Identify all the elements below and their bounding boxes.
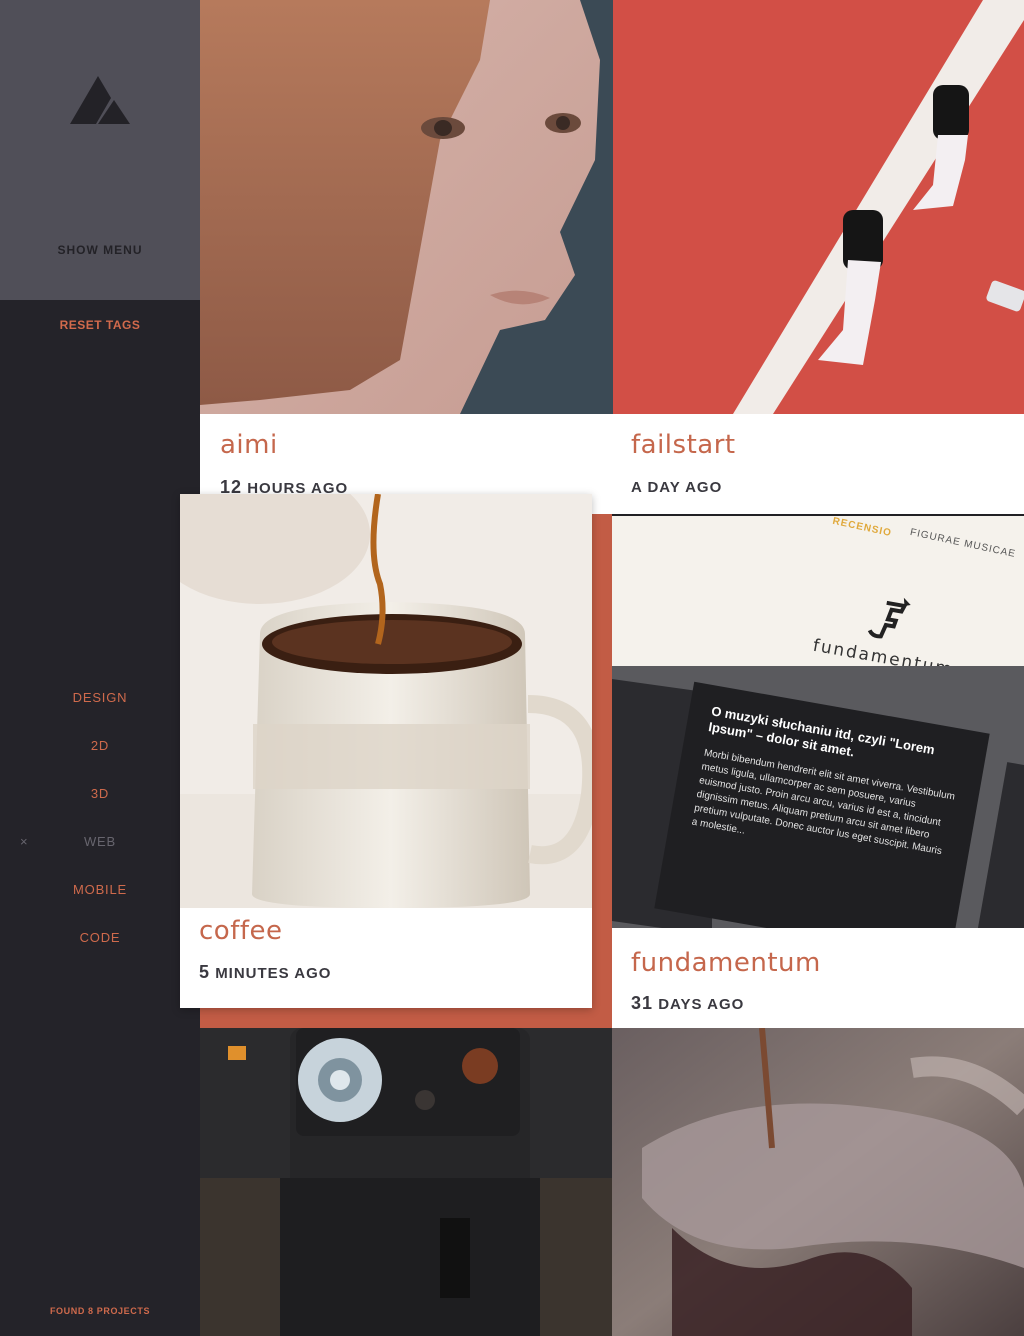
page: SHOW MENU RESET TAGS DESIGN 2D 3D × WEB … (0, 0, 1024, 1336)
project-time: 31 DAYS AGO (631, 993, 744, 1014)
project-thumbnail (200, 1028, 612, 1336)
tag-label: WEB (83, 834, 116, 849)
project-card-coffee[interactable]: coffee 5 MINUTES AGO (180, 494, 592, 1008)
tag-mobile[interactable]: MOBILE (0, 882, 200, 930)
time-unit: DAYS AGO (658, 996, 745, 1013)
project-time: A DAY AGO (631, 479, 722, 496)
time-number: 5 (199, 962, 211, 982)
project-card-fundamentum[interactable]: RECENSIO FIGURAE MUSICAE fundamentum O m… (612, 516, 1024, 1028)
tag-label: 2D (90, 738, 110, 753)
tag-label: DESIGN (72, 690, 128, 705)
project-thumbnail (612, 1028, 1024, 1336)
tag-web[interactable]: × WEB (0, 834, 200, 882)
preview-nav-recensio: RECENSIO (831, 516, 893, 540)
found-projects-count: FOUND 8 PROJECTS (49, 1306, 151, 1316)
fundamentum-logo-icon (867, 597, 911, 639)
project-thumbnail (613, 0, 1024, 414)
tag-3d[interactable]: 3D (0, 786, 200, 834)
project-title: aimi (220, 430, 278, 460)
project-thumbnail: RECENSIO FIGURAE MUSICAE fundamentum O m… (612, 516, 1024, 928)
project-card-painting[interactable] (612, 1028, 1024, 1336)
time-number: 31 (631, 993, 654, 1013)
logo-icon[interactable] (70, 74, 130, 126)
project-card-machine[interactable] (200, 1028, 612, 1336)
time-unit: A DAY AGO (631, 479, 723, 496)
project-thumbnail (180, 494, 592, 908)
tag-label: MOBILE (73, 882, 127, 897)
reset-tags-button[interactable]: RESET TAGS (0, 318, 200, 332)
brand-header: SHOW MENU (0, 0, 200, 300)
project-title: failstart (631, 430, 736, 460)
tag-2d[interactable]: 2D (0, 738, 200, 786)
preview-nav-figurae: FIGURAE MUSICAE (909, 526, 1017, 561)
project-thumbnail (200, 0, 613, 414)
project-card-aimi[interactable]: aimi 12 HOURS AGO (200, 0, 613, 514)
tag-list: DESIGN 2D 3D × WEB MOBILE CODE (0, 690, 200, 978)
show-menu-button[interactable]: SHOW MENU (0, 243, 200, 257)
tag-code[interactable]: CODE (0, 930, 200, 978)
sidebar: SHOW MENU RESET TAGS DESIGN 2D 3D × WEB … (0, 0, 200, 1336)
tag-design[interactable]: DESIGN (0, 690, 200, 738)
time-unit: MINUTES AGO (215, 965, 332, 982)
tag-label: CODE (79, 930, 121, 945)
project-title: fundamentum (631, 948, 821, 978)
project-time: 5 MINUTES AGO (199, 962, 331, 983)
tag-label: 3D (90, 786, 110, 801)
project-title: coffee (199, 916, 283, 946)
project-card-failstart[interactable]: failstart A DAY AGO (613, 0, 1024, 514)
remove-tag-icon[interactable]: × (20, 834, 28, 849)
